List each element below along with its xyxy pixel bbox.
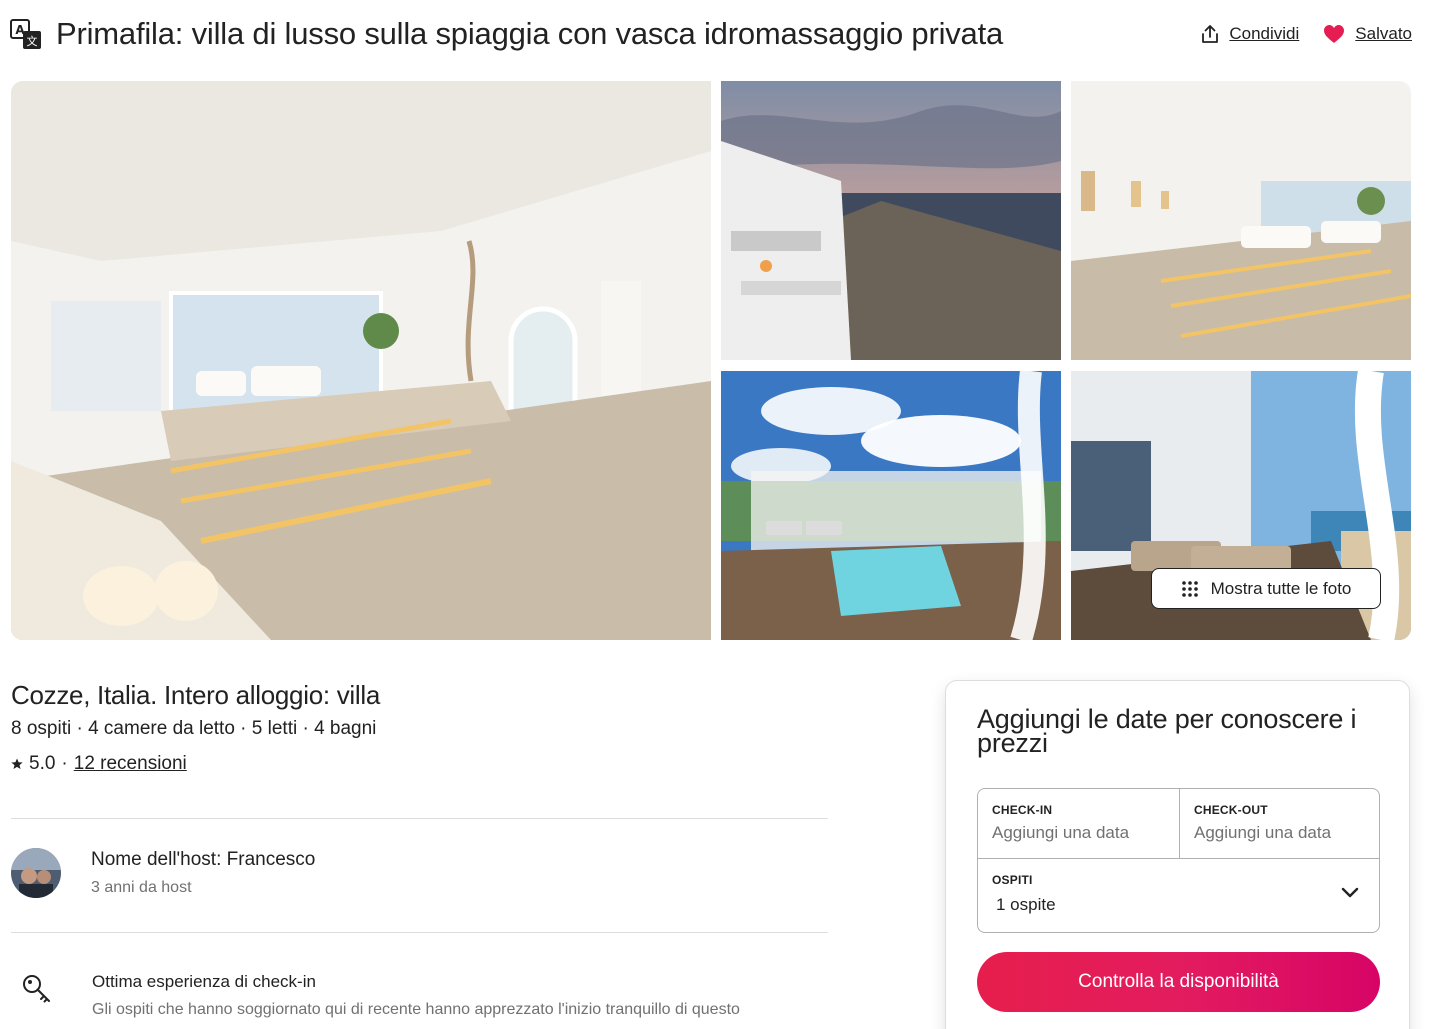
checkout-field[interactable]: CHECK-OUT Aggiungi una data (1194, 803, 1331, 843)
page-title: Primafila: villa di lusso sulla spiaggia… (56, 16, 1004, 51)
grid-dots-icon (1181, 580, 1198, 597)
key-icon (22, 972, 52, 1019)
checkout-value: Aggiungi una data (1194, 823, 1332, 842)
host-name: Nome dell'host: Francesco (91, 849, 316, 870)
field-divider (1179, 789, 1180, 858)
star-icon (11, 758, 23, 769)
highlight-title: Ottima esperienza di check-in (92, 972, 316, 991)
heart-icon (1324, 25, 1345, 43)
header-actions: Condividi Salvato (1201, 24, 1412, 44)
guests-value: 1 ospite (996, 895, 1056, 914)
photo-sunset-coast[interactable] (721, 81, 1061, 360)
host-years: 3 anni da host (91, 879, 192, 896)
checkin-value: Aggiungi una data (992, 823, 1130, 842)
rating-separator: · (61, 753, 68, 774)
host-info: Nome dell'host: Francesco 3 anni da host (91, 849, 315, 897)
title-row: A 文 Primafila: villa di lusso sulla spia… (10, 12, 1412, 56)
photo-gallery (11, 81, 1411, 640)
saved-label: Salvato (1355, 24, 1412, 43)
share-label: Condividi (1229, 24, 1300, 43)
share-button[interactable]: Condividi (1201, 24, 1299, 44)
divider (11, 932, 828, 933)
field-divider (978, 858, 1379, 859)
rating-row: 5.0 · 12 recensioni (11, 753, 187, 775)
guests-label: OSPITI (992, 873, 1033, 887)
show-all-photos-label: Mostra tutte le foto (1210, 578, 1352, 598)
guests-field[interactable]: OSPITI 1 ospite (992, 873, 1056, 915)
host-row: Nome dell'host: Francesco 3 anni da host (11, 848, 315, 898)
check-availability-button[interactable]: Controlla la disponibilità (977, 952, 1380, 1012)
svg-text:文: 文 (27, 34, 38, 48)
checkin-field[interactable]: CHECK-IN Aggiungi una data (992, 803, 1129, 843)
rating-value: 5.0 (29, 753, 56, 774)
booking-card: Aggiungi le date per conoscere i prezzi … (945, 680, 1410, 1029)
highlight-description: Gli ospiti che hanno soggiornato qui di … (92, 1001, 740, 1018)
divider (11, 818, 828, 819)
translate-icon[interactable]: A 文 (10, 18, 42, 50)
listing-location-title: Cozze, Italia. Intero alloggio: villa (11, 680, 380, 710)
photo-living-room[interactable] (11, 81, 711, 640)
share-icon (1202, 25, 1219, 43)
highlight-checkin: Ottima esperienza di check-in Gli ospiti… (22, 972, 842, 1019)
photo-terrace-pool[interactable] (721, 371, 1061, 640)
host-avatar[interactable] (11, 848, 61, 898)
booking-title: Aggiungi le date per conoscere i prezzi (977, 704, 1357, 758)
photo-living-room-2[interactable] (1071, 81, 1411, 360)
reviews-link[interactable]: 12 recensioni (74, 753, 187, 775)
chevron-down-icon[interactable] (1341, 887, 1359, 899)
checkin-label: CHECK-IN (992, 803, 1053, 817)
listing-specs: 8 ospiti · 4 camere da letto · 5 letti ·… (11, 718, 377, 739)
highlight-text: Ottima esperienza di check-in Gli ospiti… (92, 972, 740, 1019)
date-guest-picker: CHECK-IN Aggiungi una data CHECK-OUT Agg… (977, 788, 1380, 933)
checkout-label: CHECK-OUT (1194, 803, 1268, 817)
saved-button[interactable]: Salvato (1323, 24, 1412, 44)
show-all-photos-button[interactable]: Mostra tutte le foto (1151, 568, 1381, 609)
